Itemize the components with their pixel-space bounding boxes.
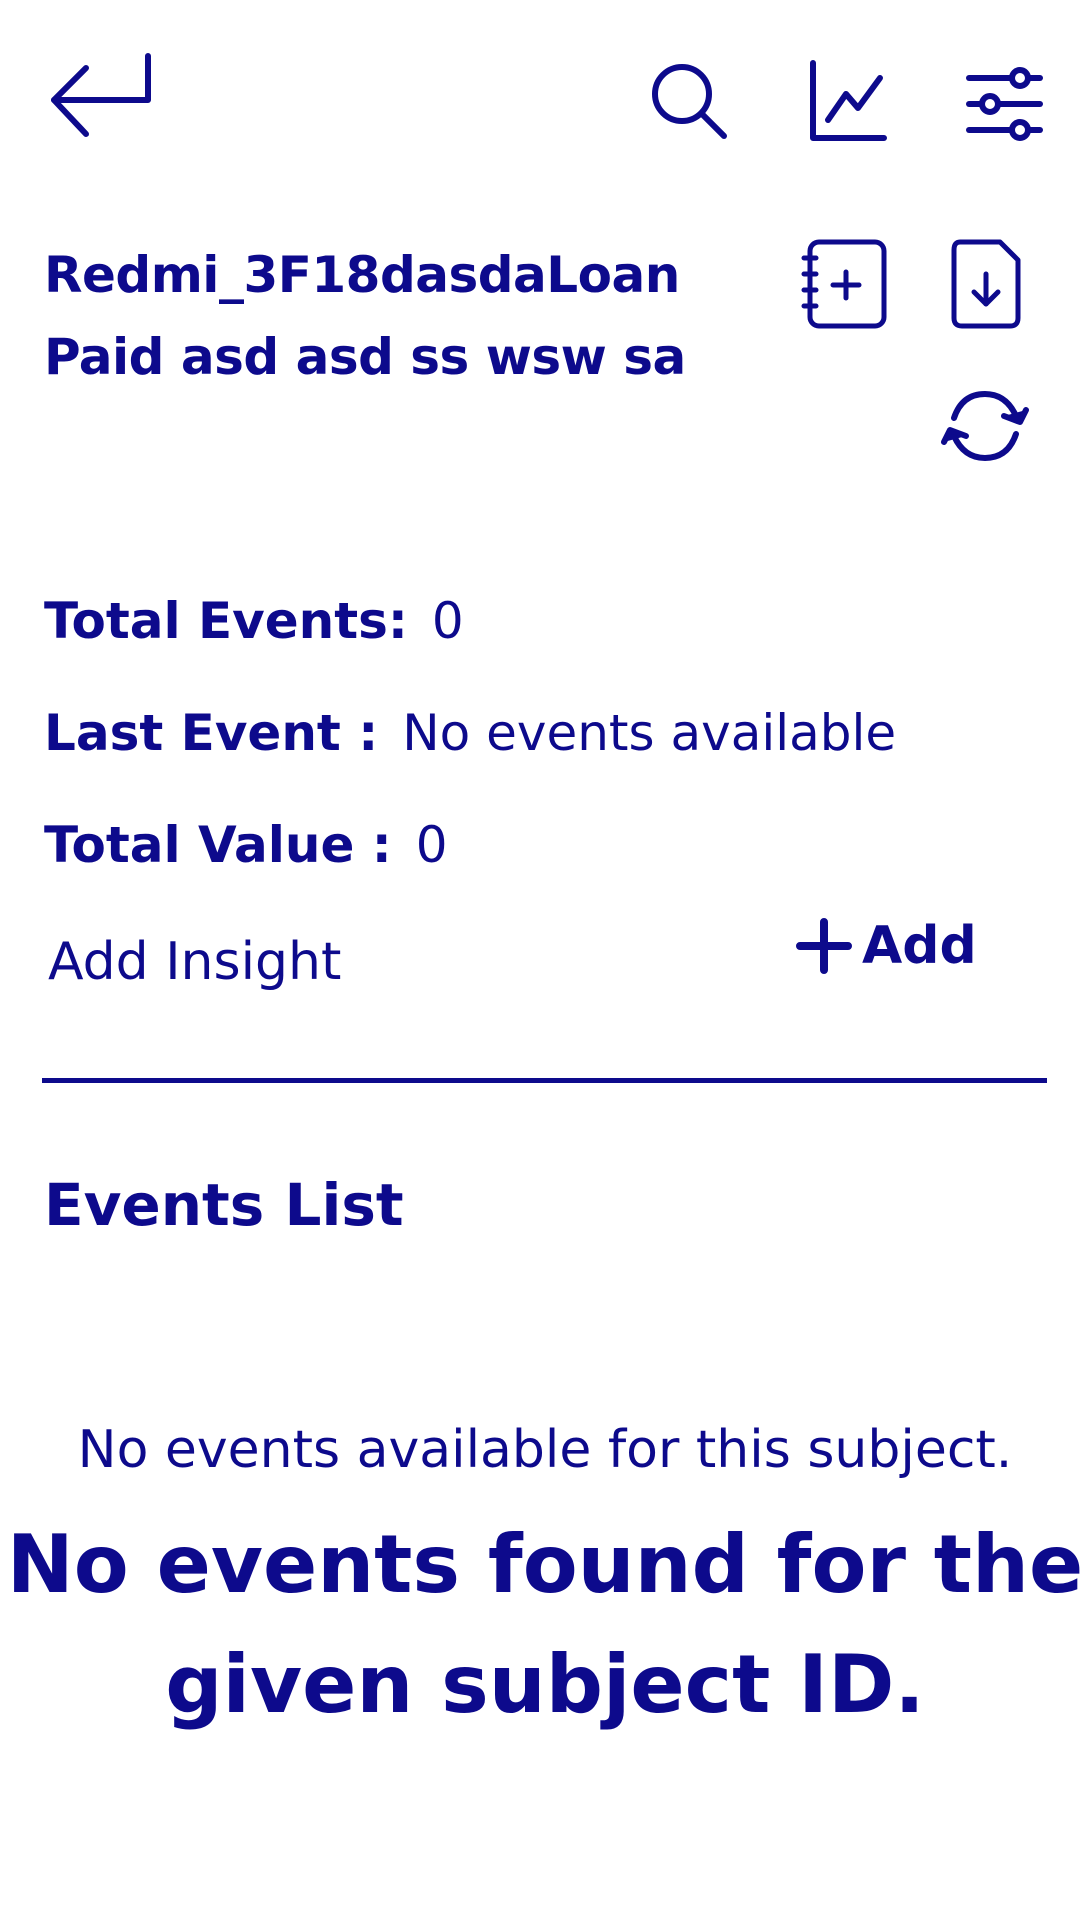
last-event-row: Last Event : No events available — [44, 698, 896, 768]
add-button-label: Add — [862, 916, 977, 976]
total-value-label: Total Value : — [44, 816, 392, 874]
download-file-icon[interactable] — [950, 238, 1022, 330]
add-note-icon[interactable] — [801, 238, 888, 330]
plus-icon — [796, 918, 852, 974]
chart-icon[interactable] — [808, 60, 888, 142]
empty-state-detail: No events found for the given subject ID… — [6, 1518, 1080, 1731]
total-value-value: 0 — [415, 816, 448, 874]
total-events-row: Total Events: 0 — [44, 586, 464, 656]
add-insight-button[interactable]: Add — [796, 906, 977, 986]
back-icon[interactable] — [48, 52, 152, 142]
total-events-value: 0 — [431, 592, 464, 650]
last-event-value: No events available — [402, 704, 897, 762]
refresh-icon[interactable] — [940, 388, 1030, 464]
filter-sliders-icon[interactable] — [966, 67, 1044, 141]
total-value-row: Total Value : 0 — [44, 810, 448, 880]
subject-title: Redmi_3F18dasdaLoan Paid asd asd ss wsw … — [44, 246, 686, 386]
search-icon[interactable] — [650, 62, 730, 142]
total-events-label: Total Events: — [44, 592, 408, 650]
last-event-label: Last Event : — [44, 704, 379, 762]
divider — [42, 1078, 1047, 1083]
add-insight-label: Add Insight — [48, 932, 342, 992]
events-list-title: Events List — [44, 1171, 404, 1239]
empty-state-message: No events available for this subject. — [77, 1420, 1013, 1480]
